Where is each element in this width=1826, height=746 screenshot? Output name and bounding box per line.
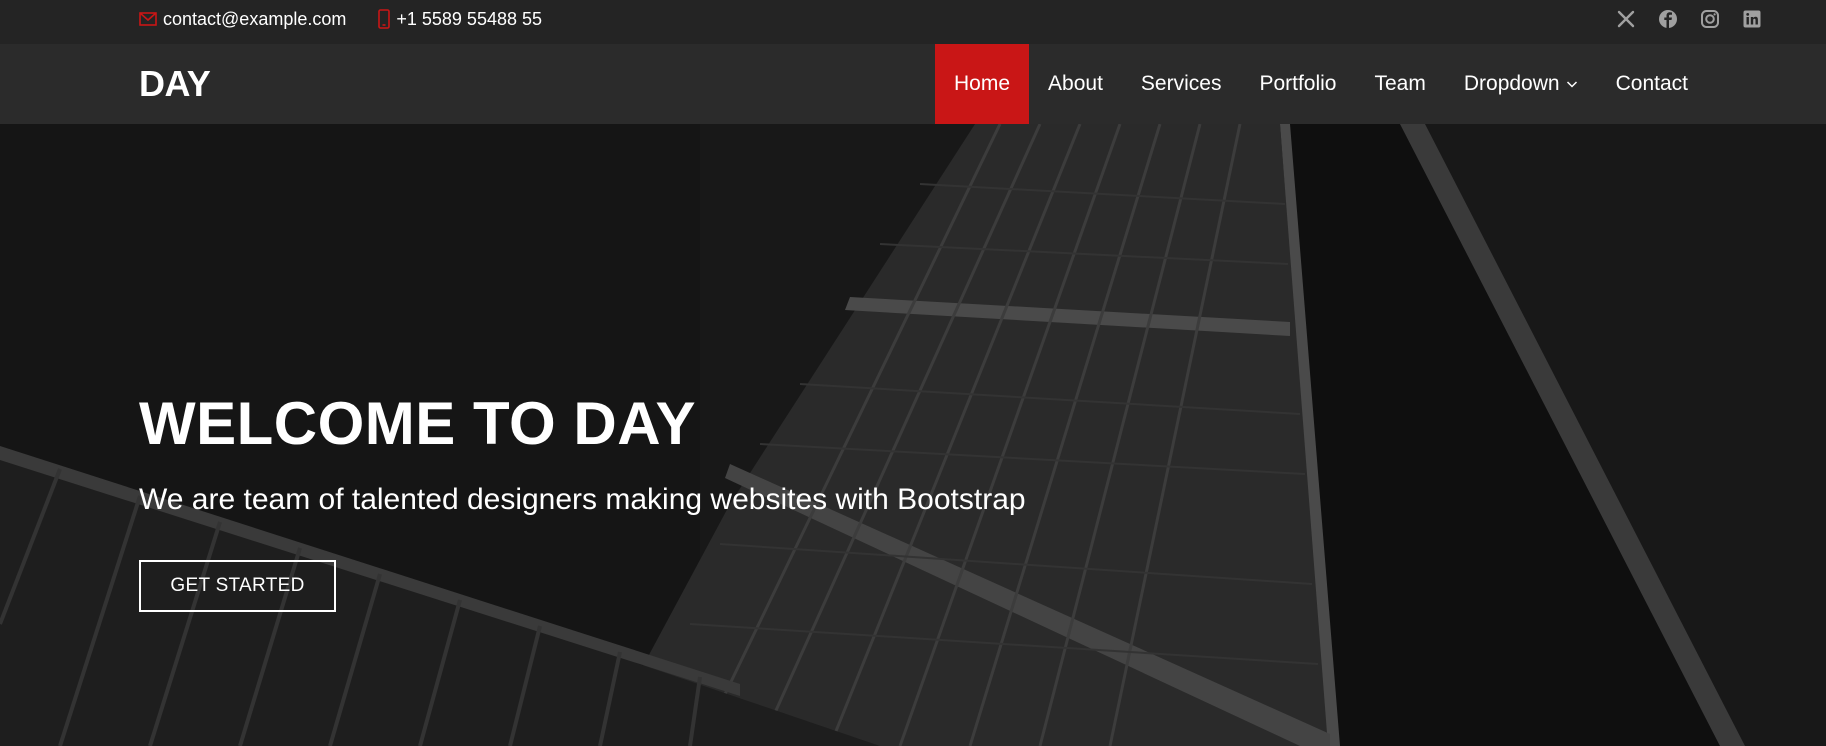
instagram-icon	[1701, 10, 1719, 28]
facebook-icon	[1659, 10, 1677, 28]
linkedin-link[interactable]	[1742, 9, 1762, 29]
x-twitter-link[interactable]	[1616, 9, 1636, 29]
nav-label: Services	[1140, 72, 1222, 95]
main-nav: Home About Services Portfolio Team Dropd…	[935, 44, 1707, 124]
get-started-button[interactable]: GET STARTED	[139, 560, 336, 612]
envelope-icon	[139, 12, 157, 26]
instagram-link[interactable]	[1700, 9, 1720, 29]
nav-item-about[interactable]: About	[1029, 44, 1122, 124]
nav-label: Contact	[1615, 72, 1688, 95]
nav-label: Portfolio	[1259, 72, 1337, 95]
x-twitter-icon	[1617, 10, 1635, 28]
hero-section: WELCOME TO DAY We are team of talented d…	[0, 124, 1826, 746]
nav-item-dropdown[interactable]: Dropdown	[1445, 44, 1597, 124]
hero-content: WELCOME TO DAY We are team of talented d…	[139, 394, 1026, 612]
phone-text: +1 5589 55488 55	[396, 8, 543, 29]
linkedin-icon	[1743, 10, 1761, 28]
nav-item-portfolio[interactable]: Portfolio	[1240, 44, 1355, 124]
hero-subtitle: We are team of talented designers making…	[139, 483, 1026, 516]
nav-item-contact[interactable]: Contact	[1597, 44, 1707, 124]
phone-link[interactable]: +1 5589 55488 55	[378, 9, 542, 30]
nav-label: Home	[954, 72, 1011, 95]
site-header: DAY Home About Services Portfolio Team D…	[0, 44, 1826, 124]
email-text: contact@example.com	[163, 8, 347, 29]
nav-label: Dropdown	[1463, 72, 1560, 95]
topbar: contact@example.com +1 5589 55488 55	[0, 0, 1826, 44]
nav-item-team[interactable]: Team	[1356, 44, 1445, 124]
site-logo[interactable]: DAY	[139, 44, 211, 124]
chevron-down-icon	[1566, 81, 1577, 88]
nav-label: Team	[1374, 72, 1426, 95]
email-link[interactable]: contact@example.com	[139, 9, 346, 30]
nav-item-services[interactable]: Services	[1122, 44, 1241, 124]
phone-icon	[378, 9, 391, 29]
social-links	[1616, 0, 1762, 38]
facebook-link[interactable]	[1658, 9, 1678, 29]
hero-title: WELCOME TO DAY	[139, 390, 697, 457]
nav-item-home[interactable]: Home	[935, 44, 1030, 124]
nav-label: About	[1048, 72, 1103, 95]
contact-info: contact@example.com +1 5589 55488 55	[139, 0, 542, 38]
